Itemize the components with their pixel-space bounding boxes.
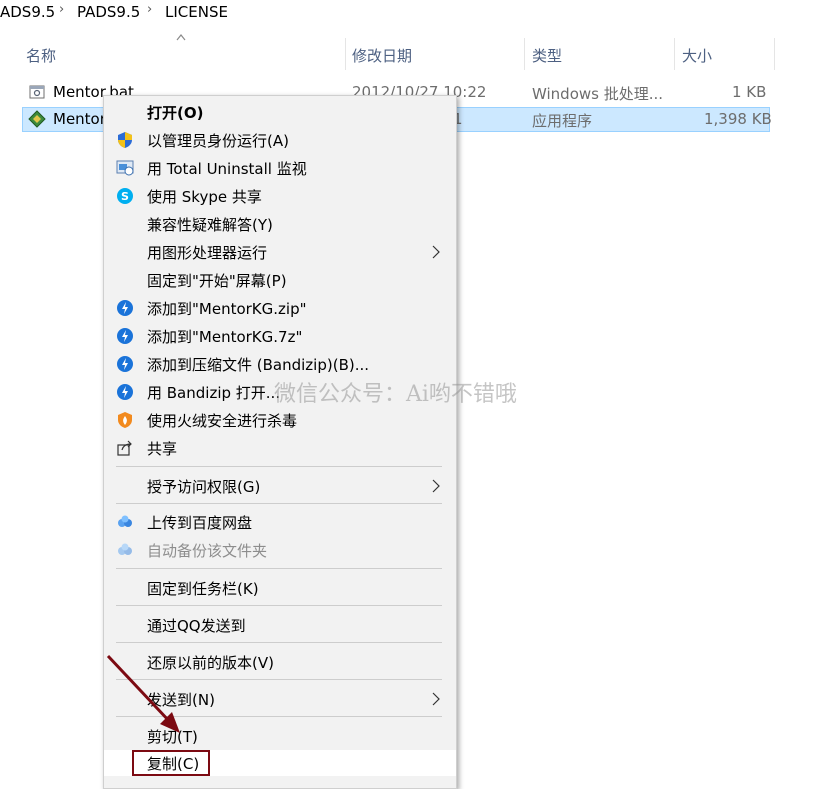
menu-separator bbox=[116, 605, 442, 606]
menu-item-label: 添加到"MentorKG.7z" bbox=[147, 328, 303, 346]
menu-item-label: 用图形处理器运行 bbox=[147, 244, 268, 262]
column-divider[interactable] bbox=[524, 38, 525, 70]
menu-item-grant-access[interactable]: 授予访问权限(G) bbox=[104, 473, 456, 499]
column-header-size[interactable]: 大小 bbox=[682, 45, 712, 66]
menu-separator bbox=[116, 642, 442, 643]
breadcrumb-item-ads[interactable]: ADS9.5 bbox=[0, 3, 55, 21]
chevron-right-icon bbox=[432, 479, 440, 493]
menu-item-add-7z[interactable]: 添加到"MentorKG.7z" bbox=[104, 323, 456, 349]
menu-item-share[interactable]: 共享 bbox=[104, 435, 456, 461]
menu-item-label: 以管理员身份运行(A) bbox=[147, 132, 289, 150]
menu-separator bbox=[116, 568, 442, 569]
watermark: 微信公众号：Ai哟不错哦 bbox=[274, 382, 517, 407]
bandizip-icon bbox=[117, 384, 133, 400]
menu-item-total-uninstall[interactable]: 用 Total Uninstall 监视 bbox=[104, 155, 456, 181]
huorong-icon bbox=[118, 412, 132, 428]
menu-item-send-to[interactable]: 发送到(N) bbox=[104, 686, 456, 712]
menu-item-label: 上传到百度网盘 bbox=[147, 514, 253, 532]
menu-separator bbox=[116, 503, 442, 504]
breadcrumb-separator-icon[interactable]: › bbox=[59, 2, 64, 17]
menu-item-add-zip[interactable]: 添加到"MentorKG.zip" bbox=[104, 295, 456, 321]
menu-item-add-archive[interactable]: 添加到压缩文件 (Bandizip)(B)... bbox=[104, 351, 456, 377]
menu-item-label: 还原以前的版本(V) bbox=[147, 654, 274, 672]
menu-item-pin-start[interactable]: 固定到"开始"屏幕(P) bbox=[104, 267, 456, 293]
breadcrumb-separator-icon[interactable]: › bbox=[147, 2, 152, 17]
menu-item-open[interactable]: 打开(O) bbox=[104, 99, 456, 125]
menu-item-label: 打开(O) bbox=[147, 104, 204, 122]
menu-item-label: 授予访问权限(G) bbox=[147, 478, 261, 496]
bandizip-icon bbox=[117, 328, 133, 344]
file-type: Windows 批处理... bbox=[532, 85, 664, 103]
column-header-type[interactable]: 类型 bbox=[532, 45, 562, 66]
menu-separator bbox=[116, 679, 442, 680]
chevron-right-icon bbox=[432, 692, 440, 706]
sort-ascending-icon bbox=[176, 34, 186, 41]
skype-icon: S bbox=[117, 188, 133, 204]
menu-item-label: 自动备份该文件夹 bbox=[147, 542, 268, 560]
column-divider[interactable] bbox=[674, 38, 675, 70]
bandizip-icon bbox=[117, 300, 133, 316]
menu-item-label: 剪切(T) bbox=[147, 728, 198, 746]
menu-separator bbox=[116, 716, 442, 717]
menu-item-label: 发送到(N) bbox=[147, 691, 215, 709]
menu-item-run-as-admin[interactable]: 以管理员身份运行(A) bbox=[104, 127, 456, 153]
bandizip-icon bbox=[117, 356, 133, 372]
column-divider[interactable] bbox=[345, 38, 346, 70]
menu-item-skype-share[interactable]: S 使用 Skype 共享 bbox=[104, 183, 456, 209]
menu-item-pin-taskbar[interactable]: 固定到任务栏(K) bbox=[104, 575, 456, 601]
menu-item-compatibility[interactable]: 兼容性疑难解答(Y) bbox=[104, 211, 456, 237]
menu-item-cut[interactable]: 剪切(T) bbox=[104, 723, 456, 749]
menu-item-label: 用 Total Uninstall 监视 bbox=[147, 160, 307, 178]
breadcrumb-item-pads[interactable]: PADS9.5 bbox=[77, 3, 140, 21]
menu-item-label: 兼容性疑难解答(Y) bbox=[147, 216, 273, 234]
menu-item-label: 使用火绒安全进行杀毒 bbox=[147, 412, 298, 430]
menu-item-label: 添加到压缩文件 (Bandizip)(B)... bbox=[147, 356, 370, 374]
context-menu: 打开(O) 以管理员身份运行(A) 用 Total Uninstall 监视 S… bbox=[103, 95, 457, 789]
baidu-netdisk-icon bbox=[118, 515, 132, 527]
menu-item-label: 使用 Skype 共享 bbox=[147, 188, 262, 206]
menu-separator bbox=[116, 466, 442, 467]
file-type: 应用程序 bbox=[532, 112, 593, 130]
copy-highlight-box bbox=[132, 750, 210, 776]
batch-file-icon bbox=[29, 85, 45, 99]
breadcrumb-item-license[interactable]: LICENSE bbox=[165, 3, 228, 21]
menu-item-label: 固定到任务栏(K) bbox=[147, 580, 259, 598]
menu-item-label: 用 Bandizip 打开... bbox=[147, 384, 281, 402]
breadcrumb: ADS9.5 › PADS9.5 › LICENSE bbox=[0, 0, 838, 24]
menu-item-label: 共享 bbox=[147, 440, 178, 458]
menu-item-baidu-upload[interactable]: 上传到百度网盘 bbox=[104, 509, 456, 535]
menu-item-auto-backup: 自动备份该文件夹 bbox=[104, 537, 456, 563]
column-divider[interactable] bbox=[774, 38, 775, 70]
uac-shield-icon bbox=[118, 132, 132, 148]
column-header-name[interactable]: 名称 bbox=[26, 45, 56, 66]
menu-item-label: 添加到"MentorKG.zip" bbox=[147, 300, 307, 318]
file-size: 1,398 KB bbox=[704, 110, 772, 128]
menu-item-send-qq[interactable]: 通过QQ发送到 bbox=[104, 612, 456, 638]
total-uninstall-icon bbox=[116, 160, 134, 176]
share-icon bbox=[117, 440, 132, 456]
menu-item-label: 通过QQ发送到 bbox=[147, 617, 246, 635]
menu-item-label: 固定到"开始"屏幕(P) bbox=[147, 272, 287, 290]
menu-item-restore-versions[interactable]: 还原以前的版本(V) bbox=[104, 649, 456, 675]
file-name: Mentor bbox=[53, 110, 106, 128]
menu-item-huorong-scan[interactable]: 使用火绒安全进行杀毒 bbox=[104, 407, 456, 433]
file-size: 1 KB bbox=[732, 83, 767, 101]
menu-item-gpu-run[interactable]: 用图形处理器运行 bbox=[104, 239, 456, 265]
svg-text:S: S bbox=[121, 190, 129, 203]
column-header-date[interactable]: 修改日期 bbox=[352, 45, 412, 66]
chevron-right-icon bbox=[432, 245, 440, 259]
baidu-netdisk-icon bbox=[118, 543, 132, 555]
application-icon bbox=[28, 110, 46, 128]
